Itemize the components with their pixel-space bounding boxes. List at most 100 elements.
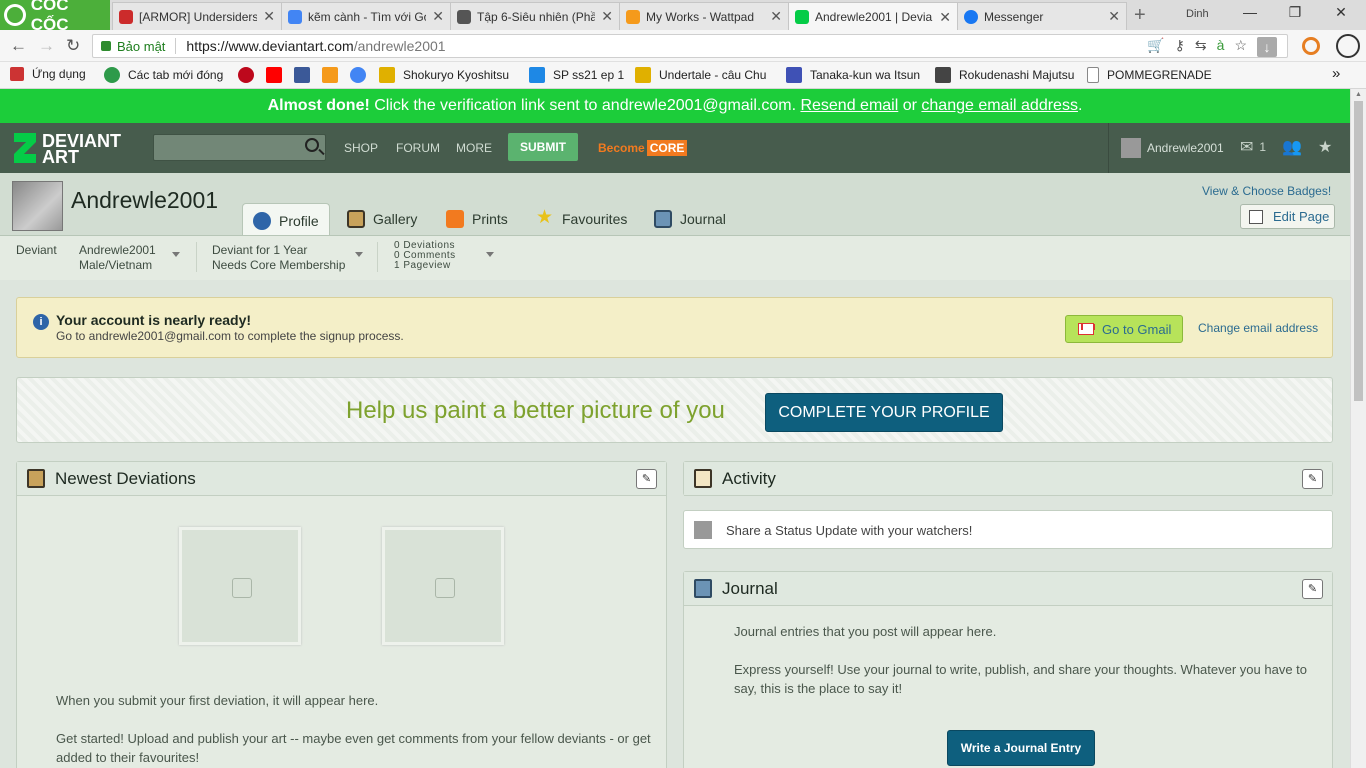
tab-favicon-icon (288, 9, 302, 24)
address-bar-row: ← → ↻ Bảo mật https://www.deviantart.com… (0, 30, 1366, 62)
clipboard-icon (694, 469, 712, 488)
tab-close-icon[interactable]: ✕ (939, 9, 951, 26)
watchers-icon[interactable]: 👥 (1282, 137, 1302, 157)
tab-prints[interactable]: Prints (436, 203, 518, 235)
tab-google-search[interactable]: kẽm cành - Tìm với Go ✕ (281, 2, 451, 30)
profile-avatar[interactable] (12, 181, 63, 231)
tab-sieu-nhien[interactable]: Tập 6-Siêu nhiên (Phầ ✕ (450, 2, 620, 30)
chevron-down-icon[interactable] (172, 252, 180, 257)
bookmark-label: Các tab mới đóng (128, 68, 224, 82)
newest-deviations-title: Newest Deviations (55, 469, 196, 488)
bookmark-google[interactable] (350, 67, 374, 83)
tab-gallery[interactable]: Gallery (337, 203, 427, 235)
tab-close-icon[interactable]: ✕ (1108, 8, 1120, 25)
nav-shop[interactable]: SHOP (344, 141, 378, 155)
tab-favicon-icon (119, 9, 133, 24)
journal-book-icon (694, 579, 712, 598)
write-journal-entry-button[interactable]: Write a Journal Entry (947, 730, 1095, 766)
membership-info[interactable]: Deviant for 1 Year Needs Core Membership (212, 243, 345, 273)
bookmark-sp-ss21[interactable]: SP ss21 ep 1 (529, 67, 624, 83)
tab-wattpad[interactable]: My Works - Wattpad ✕ (619, 2, 789, 30)
tab-close-icon[interactable]: ✕ (263, 8, 275, 25)
forward-arrow-icon[interactable]: → (38, 36, 55, 56)
translate-icon[interactable]: ⇆ (1195, 37, 1207, 57)
nav-more[interactable]: MORE (456, 141, 492, 155)
tab-favourites[interactable]: ★ Favourites (526, 203, 637, 235)
more-bookmarks-icon[interactable]: » (1332, 65, 1340, 82)
bookmark-facebook[interactable] (294, 67, 318, 83)
bookmark-rokudenashi[interactable]: Rokudenashi Majutsu (935, 67, 1074, 83)
profile-location: Male/Vietnam (79, 258, 153, 272)
header-divider (1108, 123, 1109, 173)
info-divider (196, 242, 197, 272)
tab-close-icon[interactable]: ✕ (601, 8, 613, 25)
search-icon[interactable] (305, 138, 319, 152)
edit-pencil-icon[interactable]: ✎ (1302, 469, 1323, 489)
panel-header: Newest Deviations ✎ (17, 462, 666, 496)
status-update-input[interactable]: Share a Status Update with your watchers… (683, 510, 1333, 549)
become-core-link[interactable]: Become CORE (598, 140, 688, 156)
bookmark-wattpad[interactable] (322, 67, 346, 83)
chevron-down-icon[interactable] (355, 252, 363, 257)
bookmark-undertale[interactable]: Undertale - câu Chu (635, 67, 766, 83)
tab-close-icon[interactable]: ✕ (432, 8, 444, 25)
go-to-gmail-button[interactable]: Go to Gmail (1065, 315, 1183, 343)
key-icon[interactable]: ⚷ (1175, 37, 1185, 57)
maximize-icon[interactable]: ❐ (1280, 4, 1310, 21)
browser-profile-icon[interactable] (1336, 34, 1360, 58)
favourites-star-icon[interactable]: ★ (1318, 137, 1332, 157)
paint-prompt-text: Help us paint a better picture of you (346, 397, 725, 424)
profile-stats[interactable]: 0 Deviations 0 Comments 1 Pageview (394, 241, 456, 271)
change-email-link[interactable]: change email address (921, 97, 1078, 114)
edit-page-button[interactable]: Edit Page (1240, 204, 1335, 229)
resend-email-link[interactable]: Resend email (800, 97, 898, 114)
reload-icon[interactable]: ↻ (66, 36, 80, 56)
omnibox-separator (175, 38, 177, 54)
bookmark-apps[interactable]: Ứng dụng (10, 67, 86, 81)
extension-icon[interactable] (1302, 37, 1320, 55)
messages-envelope-icon[interactable]: ✉ (1240, 137, 1253, 157)
coccoc-logo[interactable]: CỐC CỐC (0, 0, 110, 34)
edit-pencil-icon[interactable]: ✎ (636, 469, 657, 489)
bookmark-recent-tabs[interactable]: Các tab mới đóng (104, 67, 223, 83)
back-arrow-icon[interactable]: ← (10, 36, 27, 56)
user-avatar (1121, 138, 1141, 158)
change-email-address-link[interactable]: Change email address (1198, 321, 1318, 335)
tab-messenger[interactable]: Messenger ✕ (957, 2, 1127, 30)
newest-line-2: Get started! Upload and publish your art… (56, 731, 651, 765)
tab-profile[interactable]: Profile (242, 203, 330, 237)
bookmark-tanaka[interactable]: Tanaka-kun wa Itsun (786, 67, 920, 83)
nav-forum[interactable]: FORUM (396, 141, 440, 155)
edit-pencil-icon[interactable]: ✎ (1302, 579, 1323, 599)
tab-journal[interactable]: Journal (644, 203, 736, 235)
view-badges-link[interactable]: View & Choose Badges! (1202, 184, 1331, 198)
scrollbar-thumb[interactable] (1354, 101, 1363, 401)
tab-label: Prints (472, 211, 508, 227)
new-tab-plus-icon[interactable]: + (1134, 4, 1146, 27)
status-placeholder: Share a Status Update with your watchers… (726, 523, 973, 538)
bookmark-shokuryo[interactable]: Shokuryo Kyoshitsu (379, 67, 509, 83)
anime-site-icon (935, 67, 951, 83)
tab-armor[interactable]: [ARMOR] Undersiders ✕ (112, 2, 282, 30)
chevron-down-icon[interactable] (486, 252, 494, 257)
site-search-input[interactable] (153, 134, 326, 161)
complete-profile-button[interactable]: COMPLETE YOUR PROFILE (765, 393, 1003, 432)
bookmark-youtube[interactable] (266, 67, 290, 83)
bookmark-pinterest[interactable] (238, 67, 262, 83)
download-icon[interactable]: ↓ (1257, 37, 1277, 57)
page-scrollbar[interactable]: ▲ (1350, 89, 1366, 768)
bookmark-star-icon[interactable]: ☆ (1234, 37, 1247, 57)
bookmark-pommegrenade[interactable]: POMMEGRENADE (1087, 67, 1212, 83)
profile-identity[interactable]: Andrewle2001 Male/Vietnam (79, 243, 156, 273)
url-input[interactable]: Bảo mật https://www.deviantart.com /andr… (92, 34, 1288, 58)
header-user-menu[interactable]: Andrewle2001 (1121, 138, 1224, 158)
window-close-icon[interactable]: ✕ (1326, 4, 1356, 21)
submit-button[interactable]: SUBMIT (508, 133, 578, 161)
minimize-icon[interactable]: — (1235, 4, 1265, 20)
shopping-cart-icon[interactable]: 🛒 (1147, 37, 1164, 57)
tab-close-icon[interactable]: ✕ (770, 8, 782, 25)
tab-deviantart[interactable]: Andrewle2001 | Devian ✕ (788, 2, 958, 31)
activity-title: Activity (722, 469, 776, 488)
scroll-up-icon[interactable]: ▲ (1355, 91, 1362, 98)
vietnamese-input-icon[interactable]: à (1217, 37, 1225, 57)
